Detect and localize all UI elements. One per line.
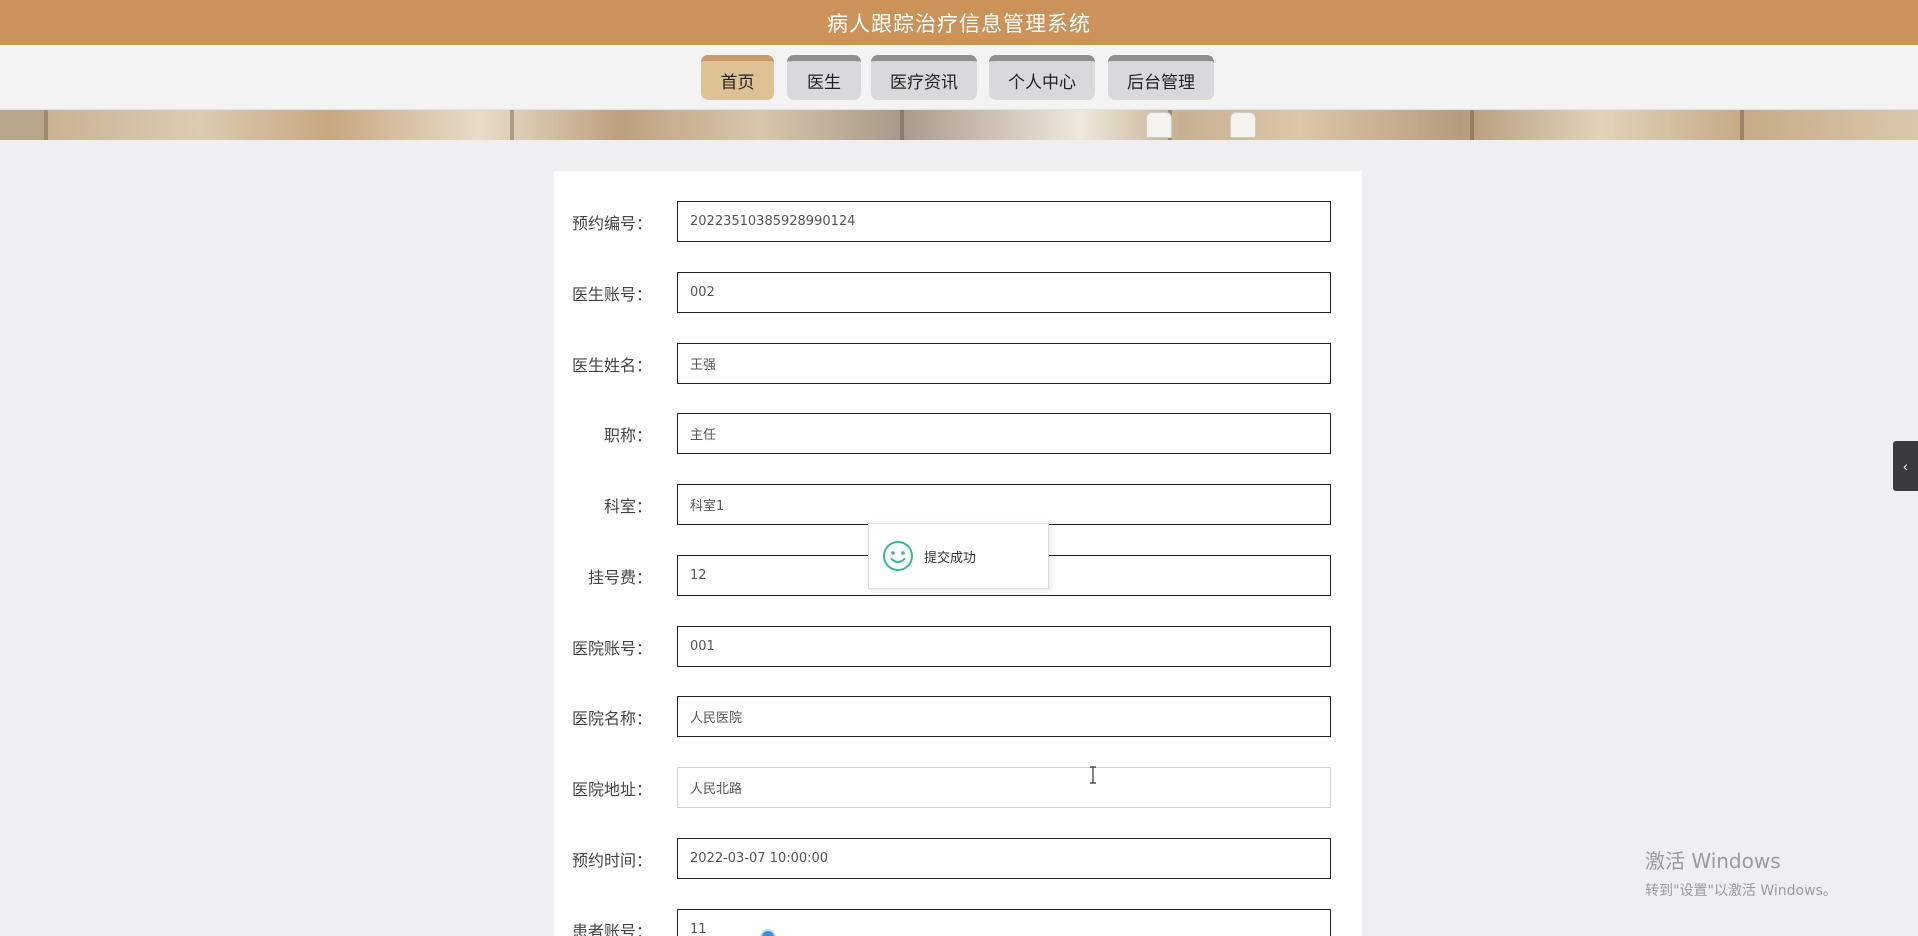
department-input[interactable] [677,484,1331,525]
doctor-name-input[interactable] [677,343,1331,384]
form-row-hospital-address: 医院地址： [554,767,1362,808]
nav-medical-news[interactable]: 医疗资讯 [871,55,977,100]
app-header: 病人跟踪治疗信息管理系统 [0,0,1918,45]
form-row-hospital-account: 医院账号： [554,626,1362,667]
appointment-no-input[interactable] [677,201,1331,242]
form-row-patient-account: 患者账号： [554,909,1362,936]
title-input[interactable] [677,413,1331,454]
watermark-line2: 转到"设置"以激活 Windows。 [1645,883,1837,899]
doctor-name-label: 医生姓名： [571,355,652,375]
form-row-doctor-name: 医生姓名： [554,343,1362,384]
hospital-address-label: 医院地址： [571,779,652,799]
hospital-account-input[interactable] [677,626,1331,667]
smile-icon [883,541,913,571]
form-row-hospital-name: 医院名称： [554,696,1362,737]
doctor-account-input[interactable] [677,272,1331,313]
registration-fee-label: 挂号费： [587,567,652,587]
form-row-doctor-account: 医生账号： [554,272,1362,313]
success-toast: 提交成功 [868,523,1049,589]
patient-account-label: 患者账号： [571,921,652,936]
nav-admin[interactable]: 后台管理 [1108,55,1214,100]
banner-image [0,110,1918,140]
hospital-name-input[interactable] [677,696,1331,737]
hospital-account-label: 医院账号： [571,638,652,658]
form-row-title: 职称： [554,413,1362,454]
hospital-address-input[interactable] [677,767,1331,808]
hospital-name-label: 医院名称： [571,708,652,728]
toast-message: 提交成功 [924,550,977,566]
form-row-appointment-no: 预约编号： [554,201,1362,242]
doctor-account-label: 医生账号： [571,284,652,304]
nav-doctor[interactable]: 医生 [787,55,861,100]
patient-account-input[interactable] [677,909,1331,936]
title-label: 职称： [603,425,652,445]
form-row-appointment-time: 预约时间： [554,838,1362,879]
appointment-time-input[interactable] [677,838,1331,879]
chevron-left-icon: ‹ [1903,458,1908,474]
text-cursor-icon [1090,766,1096,784]
appointment-no-label: 预约编号： [571,213,652,233]
windows-activation-watermark: 激活 Windows 转到"设置"以激活 Windows。 [1645,845,1837,900]
main-nav: 首页 医生 医疗资讯 个人中心 后台管理 [0,45,1918,110]
appointment-time-label: 预约时间： [571,850,652,870]
form-row-department: 科室： [554,484,1362,525]
side-panel-toggle[interactable]: ‹ [1893,441,1918,491]
department-label: 科室： [603,496,652,516]
watermark-line1: 激活 Windows [1645,849,1781,873]
app-title: 病人跟踪治疗信息管理系统 [827,11,1091,36]
nav-personal-center[interactable]: 个人中心 [989,55,1095,100]
nav-home[interactable]: 首页 [701,55,774,100]
